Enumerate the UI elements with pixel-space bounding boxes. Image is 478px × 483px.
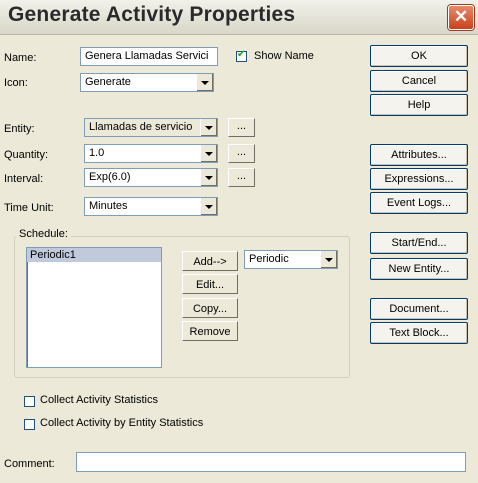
copy-schedule-button[interactable]: Copy...	[182, 298, 238, 318]
event-logs-button[interactable]: Event Logs...	[370, 192, 468, 214]
cancel-button[interactable]: Cancel	[370, 70, 468, 92]
attributes-button[interactable]: Attributes...	[370, 144, 468, 166]
edit-schedule-button[interactable]: Edit...	[182, 274, 238, 294]
help-button[interactable]: Help	[370, 94, 468, 116]
entity-select-value: Llamadas de servicio	[89, 121, 193, 133]
expressions-button[interactable]: Expressions...	[370, 168, 468, 190]
chevron-down-icon[interactable]	[196, 74, 213, 91]
interval-label: Interval:	[4, 173, 44, 185]
ok-button[interactable]: OK	[370, 45, 468, 67]
quantity-label: Quantity:	[4, 149, 49, 161]
icon-select-value: Generate	[85, 76, 131, 88]
add-schedule-button[interactable]: Add-->	[182, 251, 238, 271]
chevron-down-icon[interactable]	[200, 119, 217, 136]
time-unit-label: Time Unit:	[4, 202, 54, 214]
icon-select[interactable]: Generate	[80, 73, 214, 92]
chevron-down-icon[interactable]	[200, 169, 217, 186]
interval-select[interactable]: Exp(6.0)	[84, 168, 218, 187]
collect-by-entity-checkbox[interactable]	[24, 419, 35, 430]
collect-activity-stats-checkbox[interactable]	[24, 396, 35, 407]
show-name-checkbox[interactable]	[236, 49, 247, 62]
new-entity-button[interactable]: New Entity...	[370, 258, 468, 280]
entity-label: Entity:	[4, 123, 35, 135]
interval-select-value: Exp(6.0)	[89, 171, 131, 183]
name-label: Name:	[4, 52, 37, 64]
schedule-group-label: Schedule:	[16, 228, 71, 240]
icon-label: Icon:	[4, 77, 28, 89]
name-field[interactable]: Genera Llamadas Servici	[80, 47, 218, 66]
close-button[interactable]: ✕	[448, 5, 474, 30]
schedule-type-value: Periodic	[249, 253, 289, 265]
time-unit-select[interactable]: Minutes	[84, 197, 218, 216]
quantity-browse-button[interactable]: ...	[228, 144, 255, 163]
show-name-label: Show Name	[254, 50, 314, 62]
chevron-down-icon[interactable]	[320, 251, 337, 268]
interval-browse-button[interactable]: ...	[228, 168, 255, 187]
close-icon: ✕	[453, 7, 469, 26]
chevron-down-icon[interactable]	[200, 145, 217, 162]
entity-select[interactable]: Llamadas de servicio	[84, 118, 218, 137]
chevron-down-icon[interactable]	[200, 198, 217, 215]
schedule-type-select[interactable]: Periodic	[244, 250, 338, 269]
remove-schedule-button[interactable]: Remove	[182, 321, 238, 341]
dialog-title: Generate Activity Properties	[8, 3, 296, 26]
time-unit-select-value: Minutes	[89, 200, 128, 212]
schedule-list[interactable]: Periodic1	[26, 247, 162, 368]
comment-label: Comment:	[4, 458, 55, 470]
text-block-button[interactable]: Text Block...	[370, 322, 468, 344]
quantity-select-value: 1.0	[89, 147, 105, 159]
comment-field[interactable]	[76, 452, 466, 472]
entity-browse-button[interactable]: ...	[228, 118, 255, 137]
quantity-select[interactable]: 1.0	[84, 144, 218, 163]
document-button[interactable]: Document...	[370, 298, 468, 320]
collect-by-entity-label: Collect Activity by Entity Statistics	[40, 417, 204, 429]
start-end-button[interactable]: Start/End...	[370, 232, 468, 254]
list-item[interactable]: Periodic1	[27, 248, 161, 262]
collect-activity-stats-label: Collect Activity Statistics	[40, 394, 158, 406]
